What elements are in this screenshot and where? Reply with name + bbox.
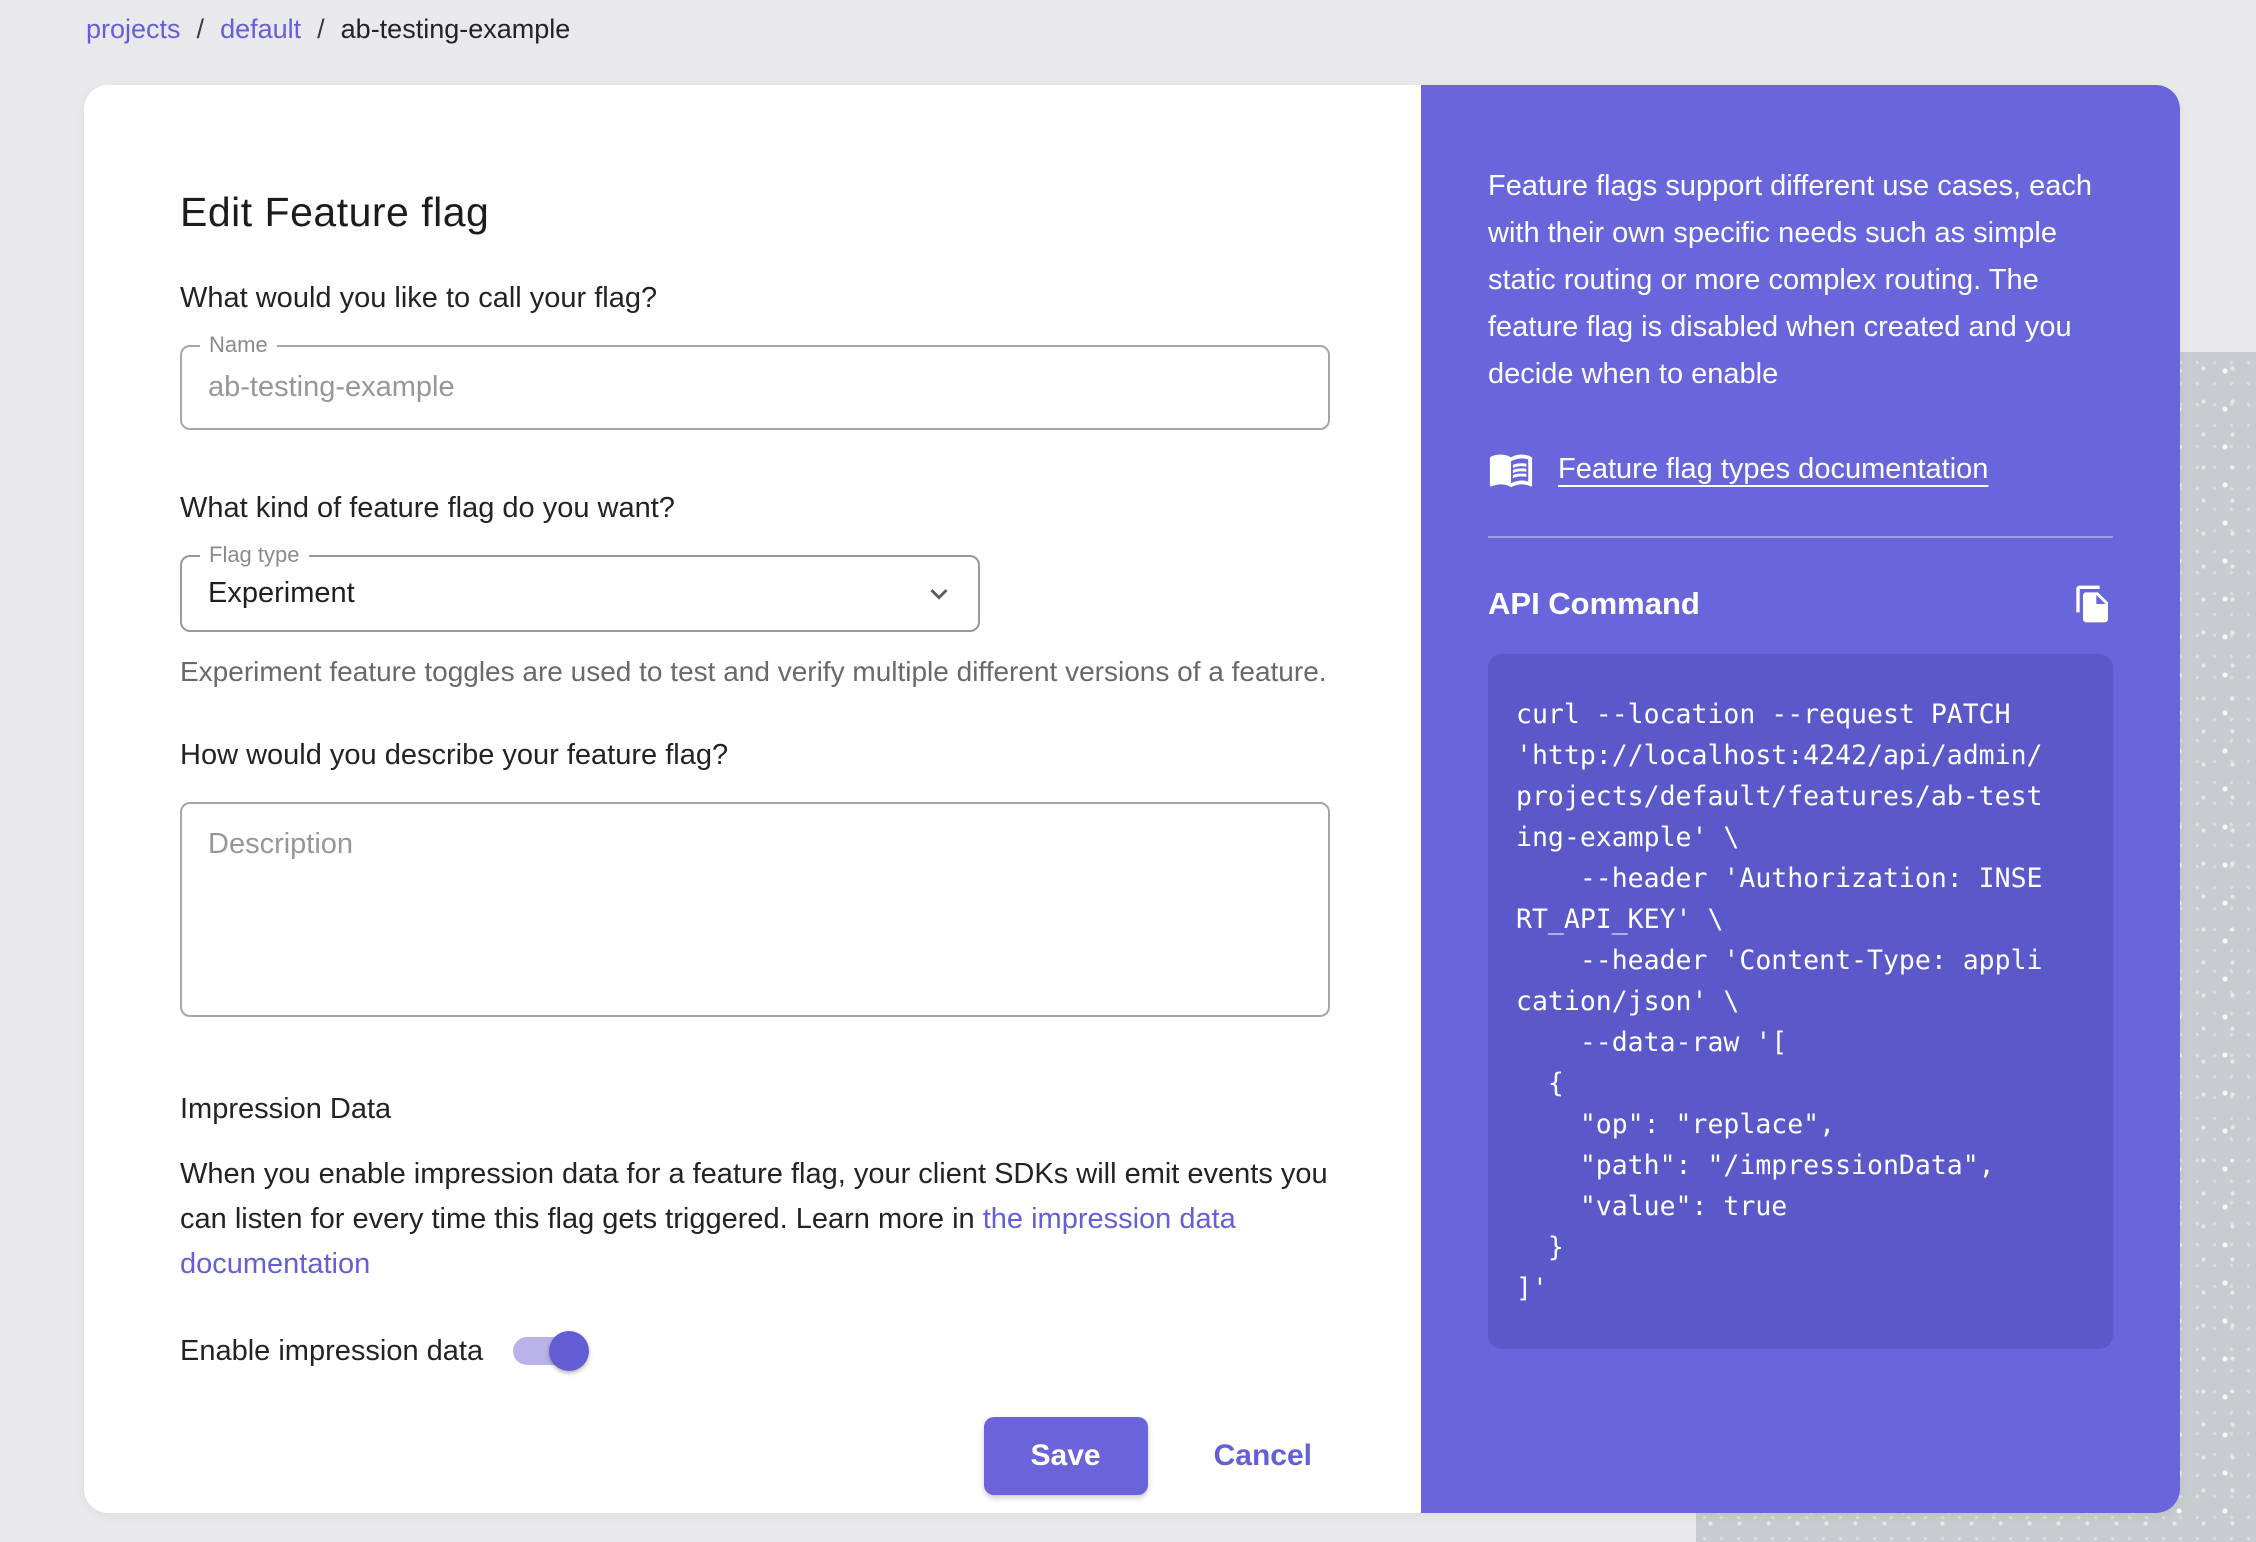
api-command-heading: API Command bbox=[1488, 586, 1700, 622]
name-field-label: Name bbox=[200, 332, 277, 358]
copy-icon bbox=[2073, 584, 2113, 624]
save-button[interactable]: Save bbox=[984, 1417, 1148, 1495]
toggle-thumb bbox=[549, 1331, 589, 1371]
info-sidebar: Feature flags support different use case… bbox=[1421, 85, 2180, 1513]
edit-feature-flag-card: Edit Feature flag What would you like to… bbox=[84, 85, 2180, 1513]
flag-type-select[interactable]: Flag type Experiment bbox=[180, 555, 980, 632]
sidebar-description: Feature flags support different use case… bbox=[1488, 163, 2113, 398]
enable-impression-label: Enable impression data bbox=[180, 1335, 483, 1368]
book-icon bbox=[1488, 446, 1534, 492]
enable-impression-row: Enable impression data bbox=[180, 1327, 1325, 1375]
description-input[interactable] bbox=[182, 804, 1328, 1015]
breadcrumb-separator: / bbox=[317, 14, 325, 45]
curl-command: curl --location --request PATCH 'http://… bbox=[1516, 694, 2085, 1309]
name-question-label: What would you like to call your flag? bbox=[180, 282, 1325, 315]
form-actions: Save Cancel bbox=[180, 1417, 1330, 1495]
type-question-label: What kind of feature flag do you want? bbox=[180, 492, 1325, 525]
name-field[interactable]: Name bbox=[180, 345, 1330, 430]
name-input[interactable] bbox=[182, 347, 1328, 428]
breadcrumb: projects / default / ab-testing-example bbox=[86, 14, 570, 45]
sidebar-divider bbox=[1488, 536, 2113, 538]
page-title: Edit Feature flag bbox=[180, 189, 1325, 236]
impression-data-description: When you enable impression data for a fe… bbox=[180, 1152, 1330, 1287]
impression-data-heading: Impression Data bbox=[180, 1093, 1325, 1126]
docs-link-row[interactable]: Feature flag types documentation bbox=[1488, 446, 2113, 492]
breadcrumb-separator: / bbox=[197, 14, 205, 45]
description-field[interactable] bbox=[180, 802, 1330, 1017]
breadcrumb-link-projects[interactable]: projects bbox=[86, 14, 181, 45]
flag-type-helper-text: Experiment feature toggles are used to t… bbox=[180, 652, 1330, 691]
edit-feature-flag-form: Edit Feature flag What would you like to… bbox=[84, 85, 1421, 1513]
flag-type-label: Flag type bbox=[200, 542, 309, 568]
chevron-down-icon bbox=[922, 577, 956, 611]
description-question-label: How would you describe your feature flag… bbox=[180, 739, 1325, 772]
enable-impression-toggle[interactable] bbox=[513, 1327, 583, 1375]
api-command-row: API Command bbox=[1488, 584, 2113, 624]
cancel-button[interactable]: Cancel bbox=[1210, 1429, 1316, 1483]
breadcrumb-current: ab-testing-example bbox=[341, 14, 571, 45]
copy-button[interactable] bbox=[2073, 584, 2113, 624]
api-command-code-block: curl --location --request PATCH 'http://… bbox=[1488, 654, 2113, 1349]
breadcrumb-link-default[interactable]: default bbox=[220, 14, 301, 45]
feature-flag-types-docs-link[interactable]: Feature flag types documentation bbox=[1558, 453, 1988, 486]
